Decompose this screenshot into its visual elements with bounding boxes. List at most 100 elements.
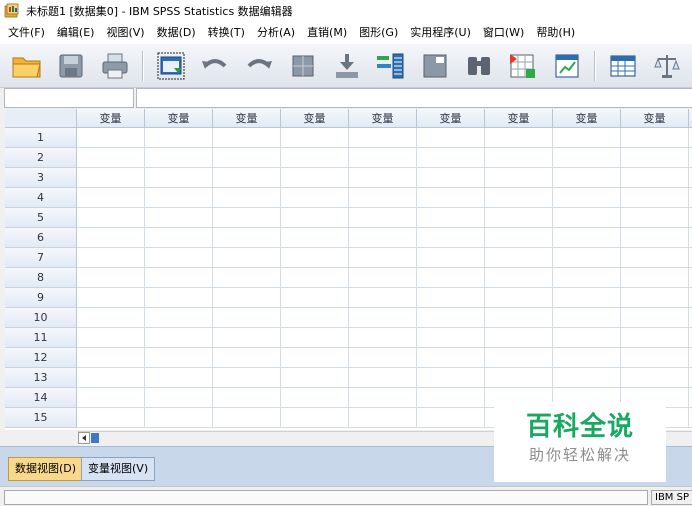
grid-cell[interactable] [213, 248, 281, 268]
column-header-var[interactable]: 变量 [417, 109, 485, 128]
grid-cell[interactable] [145, 208, 213, 228]
grid-cell[interactable] [281, 228, 349, 248]
grid-cell[interactable] [213, 208, 281, 228]
grid-cell[interactable] [77, 408, 145, 428]
grid-cell[interactable] [145, 268, 213, 288]
column-header-var[interactable]: 变量 [213, 109, 281, 128]
grid-cell[interactable] [553, 208, 621, 228]
grid-cell[interactable] [281, 288, 349, 308]
grid-cell[interactable] [77, 188, 145, 208]
grid-cell[interactable] [77, 168, 145, 188]
column-header-var[interactable]: 变量 [145, 109, 213, 128]
row-header[interactable]: 2 [5, 148, 77, 168]
menu-data[interactable]: 数据(D) [151, 22, 202, 44]
grid-cell[interactable] [281, 268, 349, 288]
grid-cell[interactable] [77, 308, 145, 328]
column-header-var[interactable]: 变量 [621, 109, 689, 128]
grid-cell[interactable] [349, 408, 417, 428]
grid-cell[interactable] [281, 208, 349, 228]
grid-cell[interactable] [145, 328, 213, 348]
grid-cell[interactable] [213, 388, 281, 408]
row-header[interactable]: 15 [5, 408, 77, 428]
grid-cell[interactable] [417, 348, 485, 368]
grid-cell[interactable] [77, 128, 145, 148]
grid-cell[interactable] [349, 228, 417, 248]
grid-cell[interactable] [145, 168, 213, 188]
grid-cell[interactable] [553, 228, 621, 248]
grid-cell[interactable] [485, 208, 553, 228]
menu-edit[interactable]: 编辑(E) [51, 22, 101, 44]
menu-file[interactable]: 文件(F) [2, 22, 51, 44]
grid-cell[interactable] [281, 408, 349, 428]
grid-cell[interactable] [417, 148, 485, 168]
grid-cell[interactable] [213, 348, 281, 368]
grid-cell[interactable] [485, 328, 553, 348]
grid-cell[interactable] [281, 188, 349, 208]
tab-variable-view[interactable]: 变量视图(V) [81, 457, 156, 481]
print-icon[interactable] [98, 49, 132, 83]
grid-cell[interactable] [77, 248, 145, 268]
grid-cell[interactable] [145, 188, 213, 208]
row-header[interactable]: 11 [5, 328, 77, 348]
grid-cell[interactable] [145, 148, 213, 168]
grid-cell[interactable] [213, 268, 281, 288]
grid-cell[interactable] [485, 268, 553, 288]
grid-cell[interactable] [621, 308, 689, 328]
grid-cell[interactable] [213, 288, 281, 308]
grid-cell[interactable] [281, 368, 349, 388]
cell-reference-field[interactable] [4, 88, 134, 108]
grid-cell[interactable] [77, 288, 145, 308]
grid-cell[interactable] [417, 328, 485, 348]
row-header[interactable]: 1 [5, 128, 77, 148]
column-header-var[interactable]: 变量 [485, 109, 553, 128]
grid-cell[interactable] [621, 128, 689, 148]
grid-cell[interactable] [553, 268, 621, 288]
grid-cell[interactable] [485, 148, 553, 168]
undo-icon[interactable] [198, 49, 232, 83]
grid-cell[interactable] [621, 228, 689, 248]
row-header[interactable]: 13 [5, 368, 77, 388]
grid-cell[interactable] [281, 328, 349, 348]
variables-icon[interactable] [374, 49, 408, 83]
grid-cell[interactable] [417, 408, 485, 428]
grid-cell[interactable] [281, 148, 349, 168]
menu-direct-marketing[interactable]: 直销(M) [301, 22, 353, 44]
grid-cell[interactable] [213, 128, 281, 148]
find-icon[interactable] [462, 49, 496, 83]
grid-cell[interactable] [553, 188, 621, 208]
grid-cell[interactable] [77, 228, 145, 248]
grid-cell[interactable] [485, 128, 553, 148]
grid-cell[interactable] [621, 148, 689, 168]
grid-cell[interactable] [553, 308, 621, 328]
row-header[interactable]: 4 [5, 188, 77, 208]
insert-variable-icon[interactable] [550, 49, 584, 83]
goto-variable-icon[interactable] [330, 49, 364, 83]
grid-cell[interactable] [621, 248, 689, 268]
grid-cell[interactable] [349, 388, 417, 408]
grid-cell[interactable] [145, 388, 213, 408]
grid-cell[interactable] [77, 348, 145, 368]
row-header[interactable]: 5 [5, 208, 77, 228]
grid-cell[interactable] [77, 268, 145, 288]
tab-data-view[interactable]: 数据视图(D) [8, 457, 84, 481]
grid-cell[interactable] [213, 408, 281, 428]
grid-cell[interactable] [553, 288, 621, 308]
grid-cell[interactable] [349, 188, 417, 208]
grid-cell[interactable] [621, 168, 689, 188]
scroll-thumb[interactable] [91, 433, 99, 443]
grid-cell[interactable] [621, 208, 689, 228]
grid-cell[interactable] [553, 328, 621, 348]
grid-cell[interactable] [417, 208, 485, 228]
scroll-left-icon[interactable] [78, 432, 90, 444]
row-header[interactable]: 6 [5, 228, 77, 248]
grid-cell[interactable] [77, 328, 145, 348]
grid-cell[interactable] [349, 248, 417, 268]
grid-cell[interactable] [349, 268, 417, 288]
grid-cell[interactable] [417, 388, 485, 408]
grid-cell[interactable] [621, 188, 689, 208]
grid-cell[interactable] [281, 128, 349, 148]
menu-graphs[interactable]: 图形(G) [353, 22, 404, 44]
grid-corner[interactable] [5, 109, 77, 128]
grid-cell[interactable] [77, 208, 145, 228]
grid-cell[interactable] [485, 168, 553, 188]
